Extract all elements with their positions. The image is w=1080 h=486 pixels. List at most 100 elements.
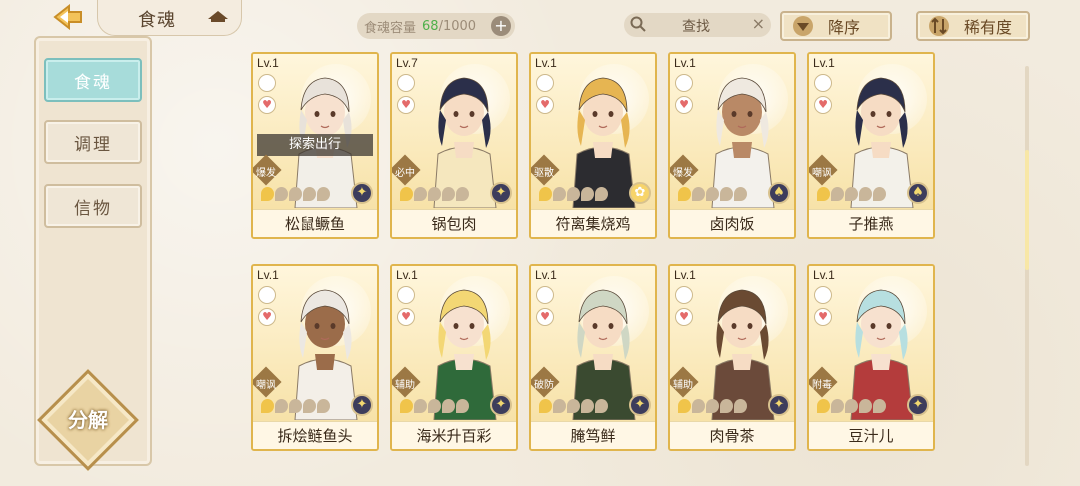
star-icon — [289, 399, 302, 413]
clear-search-icon[interactable]: × — [752, 14, 765, 33]
page-title: 食魂 — [138, 10, 176, 31]
star-icon — [400, 399, 413, 413]
heart-icon: ♥ — [397, 96, 415, 114]
star-icon — [289, 187, 302, 201]
role-label: 爆发 — [256, 168, 276, 179]
heart-icon: ♥ — [397, 308, 415, 326]
status-overlay: 探索出行 — [257, 134, 373, 156]
star-icon — [845, 399, 858, 413]
food-soul-card[interactable]: Lv.1 ♥ 嘲讽 ♠ 子推燕 — [807, 52, 935, 239]
food-soul-card[interactable]: Lv.1 ♥ 辅助 ✦ 肉骨茶 — [668, 264, 796, 451]
star-icon — [734, 399, 747, 413]
card-name: 子推燕 — [809, 209, 933, 237]
role-label: 附毒 — [812, 380, 832, 391]
dish-icon — [536, 286, 554, 304]
level-label: Lv.7 — [396, 56, 418, 70]
scrollbar[interactable] — [1025, 66, 1029, 466]
star-icon — [553, 399, 566, 413]
sort-by-button[interactable]: 稀有度 — [916, 11, 1030, 41]
dish-icon — [814, 74, 832, 92]
star-icon — [706, 399, 719, 413]
food-soul-card[interactable]: Lv.1 ♥ 驱散 ✿ 符离集烧鸡 — [529, 52, 657, 239]
star-rating — [539, 187, 608, 201]
card-name: 腌笃鲜 — [531, 421, 655, 449]
scrollbar-thumb[interactable] — [1025, 150, 1029, 270]
back-arrow-icon — [53, 4, 82, 30]
heart-icon: ♥ — [536, 96, 554, 114]
level-label: Lv.1 — [674, 56, 696, 70]
star-icon — [692, 399, 705, 413]
star-icon — [720, 399, 733, 413]
element-badge-icon: ♠ — [768, 182, 790, 204]
star-icon — [261, 399, 274, 413]
role-label: 辅助 — [395, 380, 415, 391]
food-soul-card[interactable]: Lv.1 ♥ 附毒 ✦ 豆汁儿 — [807, 264, 935, 451]
role-label: 破防 — [534, 380, 554, 391]
food-soul-card[interactable]: Lv.7 ♥ 必中 ✦ 锅包肉 — [390, 52, 518, 239]
sidebar-item-training[interactable]: 调理 — [44, 120, 142, 164]
sidebar-item-food-souls[interactable]: 食魂 — [44, 58, 142, 102]
back-button[interactable] — [48, 3, 88, 31]
capacity-current: 68 — [422, 18, 439, 34]
star-icon — [317, 399, 330, 413]
search-icon — [630, 16, 646, 32]
star-rating — [817, 399, 886, 413]
sort-order-button[interactable]: 降序 — [780, 11, 892, 41]
star-icon — [275, 399, 288, 413]
card-name: 锅包肉 — [392, 209, 516, 237]
sort-swap-icon — [929, 16, 949, 36]
element-badge-icon: ♠ — [907, 182, 929, 204]
dish-icon — [536, 74, 554, 92]
food-soul-card[interactable]: Lv.1 ♥ 嘲讽 ✦ 拆烩鲢鱼头 — [251, 264, 379, 451]
star-icon — [845, 187, 858, 201]
star-icon — [873, 187, 886, 201]
star-icon — [817, 187, 830, 201]
heart-icon: ♥ — [814, 308, 832, 326]
dish-icon — [675, 74, 693, 92]
star-rating — [678, 187, 747, 201]
level-label: Lv.1 — [813, 268, 835, 282]
dish-icon — [397, 286, 415, 304]
food-soul-card[interactable]: Lv.1 ♥ 爆发 ♠ 卤肉饭 — [668, 52, 796, 239]
star-icon — [442, 187, 455, 201]
food-soul-card[interactable]: Lv.1 ♥ 探索出行 爆发 ✦ 松鼠鳜鱼 — [251, 52, 379, 239]
element-badge-icon: ✦ — [490, 394, 512, 416]
star-rating — [817, 187, 886, 201]
element-badge-icon: ✦ — [768, 394, 790, 416]
star-icon — [539, 399, 552, 413]
star-icon — [859, 399, 872, 413]
card-name: 松鼠鳜鱼 — [253, 209, 377, 237]
star-icon — [595, 187, 608, 201]
star-icon — [734, 187, 747, 201]
food-soul-card[interactable]: Lv.1 ♥ 破防 ✦ 腌笃鲜 — [529, 264, 657, 451]
card-name: 肉骨茶 — [670, 421, 794, 449]
sort-by-label: 稀有度 — [964, 18, 1013, 37]
level-label: Lv.1 — [674, 268, 696, 282]
add-capacity-button[interactable]: + — [491, 16, 511, 36]
star-rating — [261, 187, 330, 201]
card-name: 符离集烧鸡 — [531, 209, 655, 237]
role-label: 驱散 — [534, 168, 554, 179]
star-icon — [678, 187, 691, 201]
card-name: 豆汁儿 — [809, 421, 933, 449]
star-rating — [261, 399, 330, 413]
dish-icon — [814, 286, 832, 304]
sidebar-item-tokens[interactable]: 信物 — [44, 184, 142, 228]
star-rating — [400, 399, 469, 413]
star-icon — [581, 187, 594, 201]
star-icon — [456, 187, 469, 201]
star-icon — [859, 187, 872, 201]
star-rating — [400, 187, 469, 201]
star-icon — [456, 399, 469, 413]
role-label: 嘲讽 — [256, 380, 276, 391]
level-label: Lv.1 — [535, 56, 557, 70]
dish-icon — [397, 74, 415, 92]
level-label: Lv.1 — [257, 268, 279, 282]
heart-icon: ♥ — [675, 308, 693, 326]
search-input[interactable]: 查找 × — [624, 13, 771, 37]
heart-icon: ♥ — [536, 308, 554, 326]
element-badge-icon: ✿ — [629, 182, 651, 204]
star-icon — [817, 399, 830, 413]
food-soul-card[interactable]: Lv.1 ♥ 辅助 ✦ 海米升百彩 — [390, 264, 518, 451]
sort-descending-icon — [793, 16, 813, 36]
